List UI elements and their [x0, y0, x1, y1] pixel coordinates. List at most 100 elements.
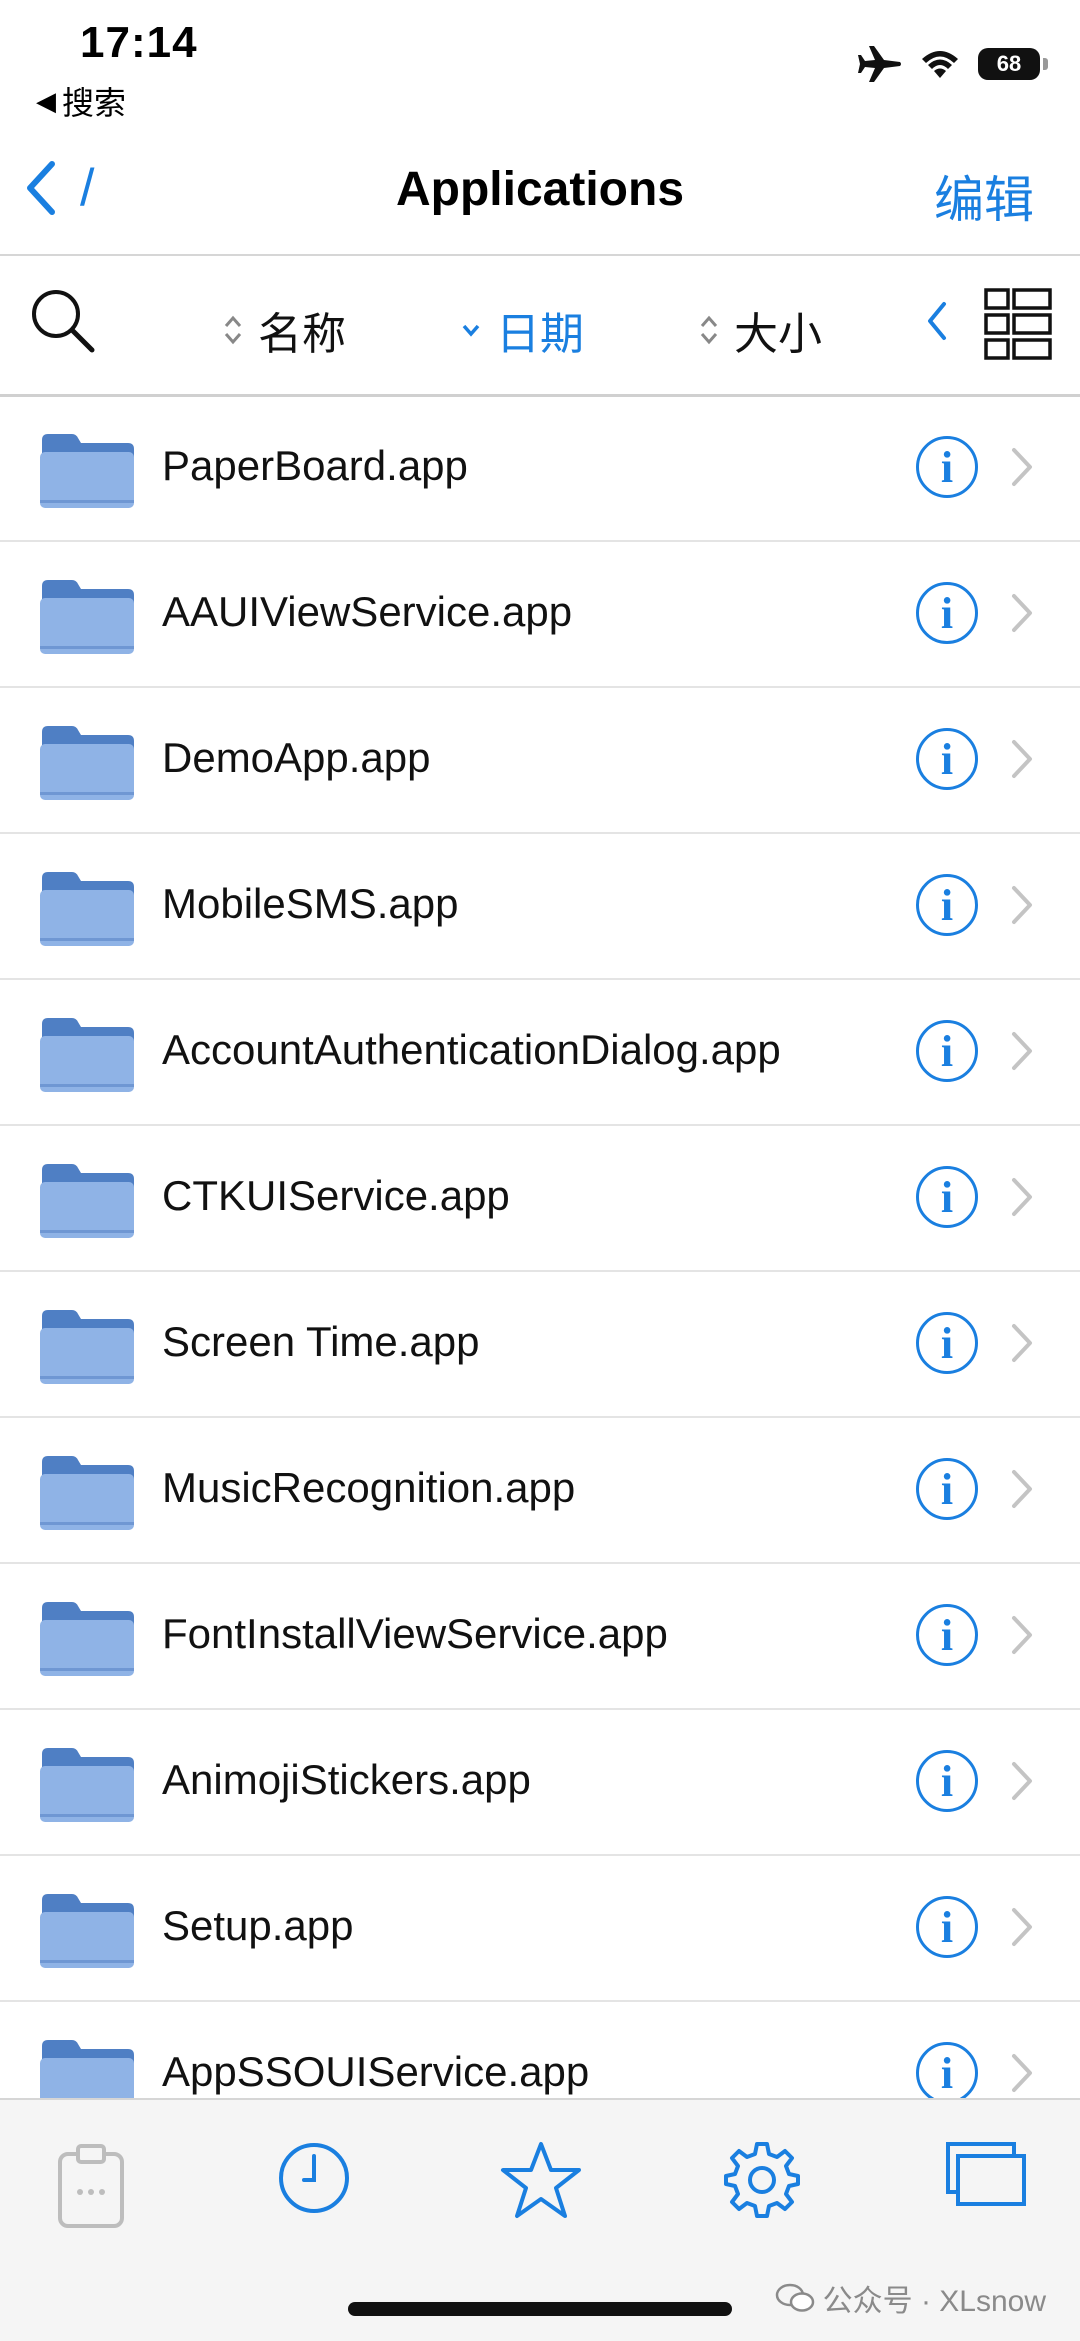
folder-icon — [40, 872, 134, 946]
info-button[interactable]: i — [916, 1458, 978, 1520]
info-button[interactable]: i — [916, 1312, 978, 1374]
tab-favorites[interactable] — [500, 2140, 582, 2225]
file-row[interactable]: AccountAuthenticationDialog.app i — [0, 980, 1080, 1126]
tab-recent[interactable] — [276, 2140, 352, 2221]
sort-updown-icon — [222, 312, 244, 348]
file-row[interactable]: MusicRecognition.app i — [0, 1418, 1080, 1564]
file-name: Screen Time.app — [162, 1318, 480, 1365]
status-icons: 68 — [858, 44, 1048, 84]
list-view-icon — [984, 288, 1052, 360]
folder-icon — [40, 1602, 134, 1676]
file-name: PaperBoard.app — [162, 442, 468, 489]
file-row[interactable]: AppSSOUIService.app i — [0, 2002, 1080, 2098]
clipboard-icon — [58, 2144, 124, 2228]
info-button[interactable]: i — [916, 582, 978, 644]
chevron-right-icon[interactable] — [1008, 2050, 1036, 2096]
gear-icon — [724, 2142, 800, 2218]
file-row[interactable]: Screen Time.app i — [0, 1272, 1080, 1418]
folder-icon — [40, 726, 134, 800]
chevron-right-icon[interactable] — [1008, 1758, 1036, 1804]
back-app-label: 搜索 — [62, 85, 127, 121]
info-button[interactable]: i — [916, 1166, 978, 1228]
tab-settings[interactable] — [722, 2140, 802, 2225]
tab-clipboard[interactable] — [54, 2140, 130, 2235]
chevron-right-icon[interactable] — [1008, 444, 1036, 490]
file-list: PaperBoard.app i AAUIViewService.app i DemoA… — [0, 396, 1080, 2098]
file-name: CTKUIService.app — [162, 1172, 510, 1219]
sort-by-size[interactable]: 大小 — [698, 298, 822, 362]
chevron-right-icon[interactable] — [1008, 882, 1036, 928]
chevron-right-icon[interactable] — [1008, 1466, 1036, 1512]
back-triangle-icon: ◀ — [36, 85, 56, 116]
folder-icon — [40, 1748, 134, 1822]
file-row[interactable]: Setup.app i — [0, 1856, 1080, 2002]
battery-icon: 68 — [978, 48, 1048, 80]
edit-button[interactable]: 编辑 — [934, 160, 1034, 232]
chevron-left-icon — [928, 302, 946, 340]
home-indicator[interactable] — [348, 2302, 732, 2316]
navigation-bar: / Applications 编辑 — [0, 130, 1080, 256]
airplane-icon — [858, 46, 901, 82]
back-to-app-button[interactable]: ◀ 搜索 — [36, 78, 126, 124]
file-row[interactable]: MobileSMS.app i — [0, 834, 1080, 980]
chevron-right-icon[interactable] — [1008, 1612, 1036, 1658]
file-row[interactable]: FontInstallViewService.app i — [0, 1564, 1080, 1710]
info-button[interactable]: i — [916, 1020, 978, 1082]
folder-icon — [40, 1894, 134, 1968]
windows-icon — [946, 2142, 1026, 2206]
star-icon — [501, 2142, 581, 2218]
status-bar: 17:14 ◀ 搜索 68 — [0, 0, 1080, 121]
folder-icon — [40, 434, 134, 508]
watermark-text: 公众号 · XLsnow — [822, 2285, 1046, 2318]
file-name: Setup.app — [162, 1902, 354, 1949]
file-name: MobileSMS.app — [162, 880, 459, 927]
sort-updown-icon — [698, 312, 720, 348]
sort-bar: 名称 日期 大小 — [0, 256, 1080, 397]
file-row[interactable]: AnimojiStickers.app i — [0, 1710, 1080, 1856]
sort-by-date[interactable]: 日期 — [460, 298, 584, 362]
sort-size-label: 大小 — [734, 310, 822, 359]
chevron-right-icon[interactable] — [1008, 736, 1036, 782]
file-name: DemoApp.app — [162, 734, 431, 781]
info-button[interactable]: i — [916, 874, 978, 936]
file-name: AnimojiStickers.app — [162, 1756, 531, 1803]
info-button[interactable]: i — [916, 1750, 978, 1812]
file-row[interactable]: CTKUIService.app i — [0, 1126, 1080, 1272]
battery-level: 68 — [996, 51, 1022, 76]
chevron-right-icon[interactable] — [1008, 1174, 1036, 1220]
sort-by-name[interactable]: 名称 — [222, 298, 346, 362]
info-button[interactable]: i — [916, 2042, 978, 2098]
chevron-right-icon[interactable] — [1008, 1028, 1036, 1074]
chevron-right-icon[interactable] — [1008, 1320, 1036, 1366]
clock-icon — [279, 2143, 349, 2213]
folder-icon — [40, 1164, 134, 1238]
info-button[interactable]: i — [916, 436, 978, 498]
folder-icon — [40, 1310, 134, 1384]
file-row[interactable]: AAUIViewService.app i — [0, 542, 1080, 688]
wechat-icon — [775, 2283, 814, 2312]
wifi-icon — [922, 51, 958, 78]
page-title: Applications — [395, 163, 685, 216]
sort-date-label: 日期 — [496, 310, 584, 359]
view-mode-button[interactable] — [984, 288, 1052, 365]
info-button[interactable]: i — [916, 1604, 978, 1666]
file-row[interactable]: DemoApp.app i — [0, 688, 1080, 834]
folder-icon — [40, 580, 134, 654]
status-time: 17:14 — [80, 18, 198, 67]
sort-name-label: 名称 — [258, 310, 346, 359]
file-row[interactable]: PaperBoard.app i — [0, 396, 1080, 542]
info-button[interactable]: i — [916, 1896, 978, 1958]
file-name: FontInstallViewService.app — [162, 1610, 668, 1657]
folder-icon — [40, 1456, 134, 1530]
tab-windows[interactable] — [944, 2140, 1028, 2215]
search-button[interactable] — [28, 286, 98, 361]
file-name: MusicRecognition.app — [162, 1464, 576, 1511]
chevron-right-icon[interactable] — [1008, 590, 1036, 636]
file-name: AAUIViewService.app — [162, 588, 573, 635]
search-icon — [32, 290, 95, 353]
chevron-right-icon[interactable] — [1008, 1904, 1036, 1950]
file-name: AccountAuthenticationDialog.app — [162, 1026, 781, 1073]
collapse-sort-button[interactable] — [922, 296, 952, 351]
info-button[interactable]: i — [916, 728, 978, 790]
watermark: 公众号 · XLsnow — [775, 2276, 1046, 2320]
